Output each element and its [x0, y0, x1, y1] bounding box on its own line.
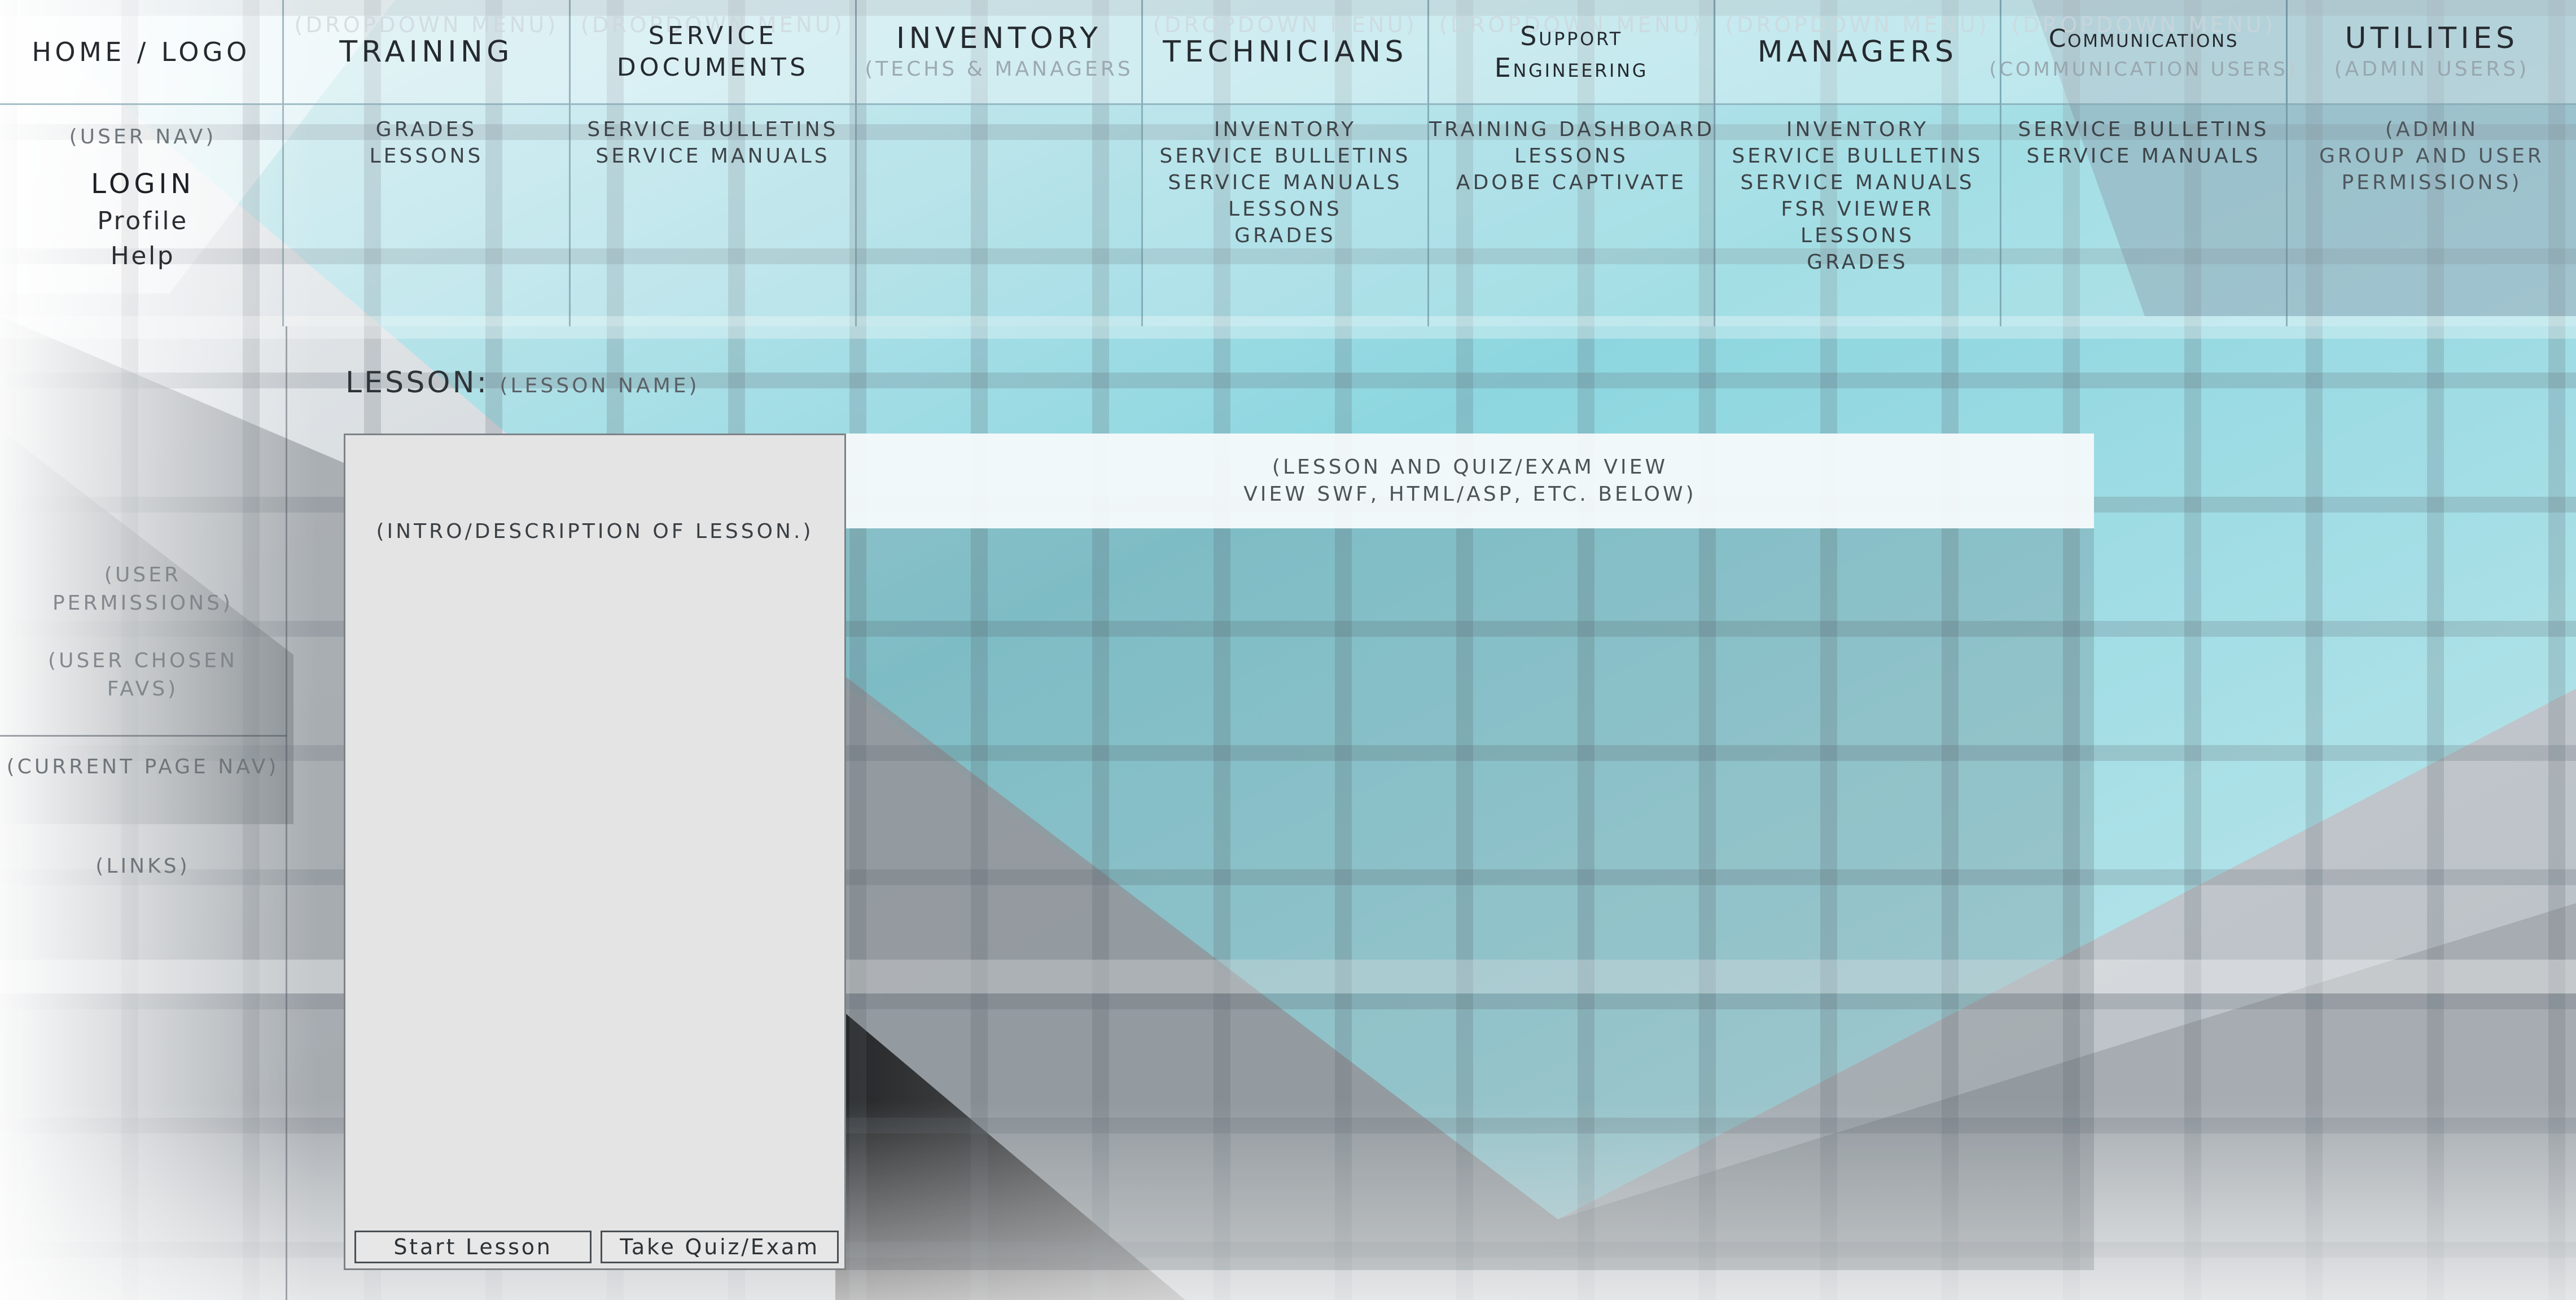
left-panel-divider: [0, 735, 287, 737]
nav-item-training[interactable]: Training: [284, 0, 569, 105]
lesson-intro-panel: (Intro/Description of Lesson.): [344, 434, 846, 1270]
home-logo-label: Home / Logo: [32, 36, 251, 67]
nav-technicians-title: Technicians: [1163, 34, 1408, 69]
links-hint: (Links): [95, 855, 190, 878]
dropdown-item-grades[interactable]: Grades: [1143, 222, 1427, 249]
home-logo-link[interactable]: Home / Logo: [0, 0, 282, 105]
dropdown-item-service-bulletins[interactable]: Service Bulletins: [1143, 143, 1427, 169]
dropdown-item-service-manuals[interactable]: Service Manuals: [1143, 169, 1427, 196]
nav-menu-training: (Dropdown Menu) Training Grades Lessons: [284, 0, 571, 326]
nav-menu-service-documents: (Dropdown Menu) Service Documents Servic…: [571, 0, 857, 326]
login-link[interactable]: Login: [0, 168, 286, 200]
nav-menu-managers: (Dropdown Menu) Managers Inventory Servi…: [1715, 0, 2001, 326]
lesson-name: (Lesson Name): [500, 374, 700, 397]
dropdown-communications: Service Bulletins Service Manuals: [2001, 105, 2286, 326]
dropdown-training: Grades Lessons: [284, 105, 569, 326]
nav-item-inventory[interactable]: Inventory (Techs & Managers: [857, 0, 1141, 105]
lesson-label: Lesson:: [345, 366, 489, 400]
lesson-intro-text: (Intro/Description of Lesson.): [376, 520, 814, 543]
current-page-nav-hint: (Current Page Nav): [6, 755, 279, 778]
dropdown-technicians: Inventory Service Bulletins Service Manu…: [1143, 105, 1427, 326]
dropdown-utilities: (Admin Group and User Permissions): [2288, 105, 2576, 326]
take-quiz-exam-button[interactable]: Take Quiz/Exam: [601, 1231, 839, 1263]
nav-utilities-subtitle: (Admin Users): [2334, 58, 2530, 81]
dropdown-item-service-manuals[interactable]: Service Manuals: [2001, 143, 2286, 169]
dropdown-item-inventory[interactable]: Inventory: [1715, 116, 2000, 143]
user-permissions-hint: (User Permissions): [52, 563, 234, 615]
dropdown-item-grades[interactable]: Grades: [284, 116, 569, 143]
nav-support-engineering-title: Support Engineering: [1494, 20, 1649, 83]
nav-menu-communications: (Dropdown Menu) Communications (Communic…: [1989, 0, 2295, 326]
lesson-viewer-header: (Lesson and Quiz/Exam View View SWF, HTM…: [846, 434, 2094, 528]
dropdown-support-engineering: Training Dashboard Lessons Adobe Captiva…: [1429, 105, 1714, 326]
nav-communications-title: Communications: [2048, 24, 2239, 53]
dropdown-item-lessons[interactable]: Lessons: [1143, 196, 1427, 222]
nav-menu-inventory: Inventory (Techs & Managers: [857, 0, 1143, 326]
nav-inventory-subtitle: (Techs & Managers: [865, 58, 1133, 81]
dropdown-item-lessons[interactable]: Lessons: [1429, 143, 1714, 169]
user-favorites-hint: (User Chosen Favs): [48, 649, 238, 701]
help-link[interactable]: Help: [0, 242, 286, 270]
nav-item-communications[interactable]: Communications (Communication Users): [1989, 0, 2295, 105]
dropdown-item-inventory[interactable]: Inventory: [1143, 116, 1427, 143]
dropdown-item-fsr-viewer[interactable]: FSR Viewer: [1715, 196, 2000, 222]
nav-item-technicians[interactable]: Technicians: [1143, 0, 1427, 105]
viewer-description-line-1: (Lesson and Quiz/Exam View: [1272, 456, 1668, 479]
home-logo-cell: Home / Logo: [0, 0, 284, 326]
lesson-viewer-frame[interactable]: [846, 528, 2094, 1270]
profile-link[interactable]: Profile: [0, 207, 286, 235]
nav-item-managers[interactable]: Managers: [1715, 0, 2000, 105]
dropdown-item-grades[interactable]: Grades: [1715, 249, 2000, 275]
dropdown-inventory: [857, 105, 1141, 326]
nav-item-utilities[interactable]: Utilities (Admin Users): [2288, 0, 2576, 105]
user-nav-hint: (User Nav): [69, 125, 217, 148]
dropdown-item-service-bulletins[interactable]: Service Bulletins: [1715, 143, 2000, 169]
nav-inventory-title: Inventory: [896, 21, 1102, 55]
dropdown-item-adobe-captivate[interactable]: Adobe Captivate: [1429, 169, 1714, 196]
nav-utilities-title: Utilities: [2345, 21, 2519, 55]
viewer-description-line-2: View SWF, HTML/ASP, etc. below): [1243, 483, 1697, 506]
nav-service-documents-title: Service Documents: [616, 21, 809, 82]
nav-item-service-documents[interactable]: Service Documents: [571, 0, 855, 105]
dropdown-item-service-manuals[interactable]: Service Manuals: [1715, 169, 2000, 196]
nav-menu-support-engineering: (Dropdown Menu) Support Engineering Trai…: [1429, 0, 1715, 326]
lesson-heading: Lesson: (Lesson Name): [345, 366, 700, 400]
top-navigation: Home / Logo (Dropdown Menu) Training Gra…: [0, 0, 2576, 326]
nav-communications-subtitle: (Communication Users): [1989, 58, 2298, 81]
dropdown-item-service-manuals[interactable]: Service Manuals: [571, 143, 855, 169]
dropdown-item-training-dashboard[interactable]: Training Dashboard: [1429, 116, 1714, 143]
nav-training-title: Training: [339, 34, 514, 69]
start-lesson-button[interactable]: Start Lesson: [354, 1231, 592, 1263]
dropdown-item-lessons[interactable]: Lessons: [1715, 222, 2000, 249]
nav-menu-technicians: (Dropdown Menu) Technicians Inventory Se…: [1143, 0, 1429, 326]
dropdown-item-service-bulletins[interactable]: Service Bulletins: [2001, 116, 2286, 143]
utilities-admin-note: (Admin Group and User Permissions): [2319, 118, 2544, 194]
dropdown-service-documents: Service Bulletins Service Manuals: [571, 105, 855, 326]
nav-item-support-engineering[interactable]: Support Engineering: [1429, 0, 1714, 105]
dropdown-managers: Inventory Service Bulletins Service Manu…: [1715, 105, 2000, 326]
dropdown-item-lessons[interactable]: Lessons: [284, 143, 569, 169]
dropdown-item-service-bulletins[interactable]: Service Bulletins: [571, 116, 855, 143]
nav-menu-utilities: Utilities (Admin Users) (Admin Group and…: [2288, 0, 2576, 326]
content-left-border: [286, 326, 287, 1300]
nav-managers-title: Managers: [1757, 34, 1958, 69]
